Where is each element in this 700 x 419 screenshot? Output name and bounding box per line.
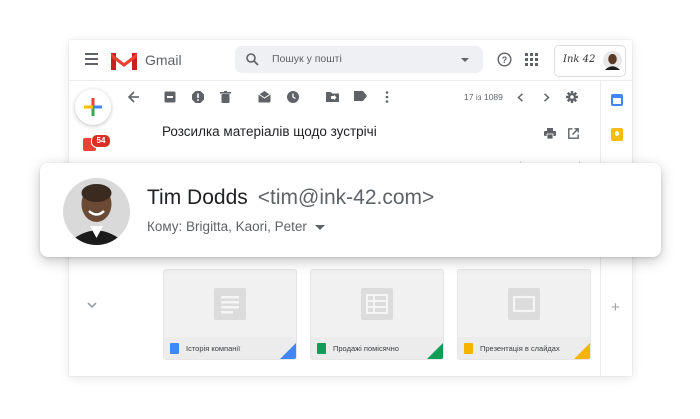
slides-icon [464,343,473,354]
attachment-card[interactable]: Презентація в слайдах [457,269,591,360]
account-switcher[interactable]: Ink 42 [554,45,626,77]
delete-icon[interactable] [220,91,231,103]
add-icon[interactable]: + [611,300,620,315]
attachment-name: Продажі помісячно [333,344,399,353]
sheets-icon [317,343,326,354]
attachment-thumbnail [311,270,443,337]
search-options-icon[interactable] [461,58,469,62]
back-arrow-icon[interactable] [128,91,140,103]
email-subject: Розсилка матеріалів щодо зустрічі [162,124,377,139]
caret-down-icon[interactable] [314,224,325,230]
docs-icon [170,343,179,354]
message-toolbar: 17 із 1089 [121,80,601,114]
sender-line: Tim Dodds <tim@ink-42.com> [147,186,434,210]
open-in-new-window-icon[interactable] [568,128,579,139]
report-spam-icon[interactable] [192,91,204,103]
chevron-right-icon[interactable] [543,93,550,102]
attachment-thumbnail [458,270,590,337]
pager-count: 17 із 1089 [464,92,503,102]
sender-card: Tim Dodds <tim@ink-42.com> Кому: Brigitta… [40,163,661,257]
archive-icon[interactable] [164,91,176,103]
svg-text:?: ? [502,55,508,65]
avatar[interactable] [603,51,622,70]
snooze-icon[interactable] [287,91,299,103]
chevron-down-icon[interactable] [87,302,97,309]
more-vert-icon[interactable] [385,91,389,103]
compose-button[interactable] [75,89,111,125]
attachment-card[interactable]: Продажі помісячно [310,269,444,360]
spreadsheet-icon [361,288,393,320]
apps-icon[interactable] [525,53,538,66]
attachment-name: Історія компанії [186,344,241,353]
label-icon[interactable] [354,91,367,101]
recipients: Кому: Brigitta, Kaori, Peter [147,219,307,234]
docs-corner-icon [280,343,296,359]
help-icon[interactable]: ? [497,52,512,67]
search-bar[interactable]: Пошук у пошті [235,46,483,73]
calendar-icon[interactable] [611,94,623,106]
attachment-thumbnail [164,270,296,337]
sender-avatar[interactable] [63,178,130,245]
presentation-icon [508,288,540,320]
recipients-line[interactable]: Кому: Brigitta, Kaori, Peter [147,219,325,234]
sender-email[interactable]: <tim@ink-42.com> [258,186,435,209]
compose-icon [84,98,102,116]
slides-corner-icon [574,343,590,359]
sheets-corner-icon [427,343,443,359]
attachment-name: Презентація в слайдах [480,344,560,353]
gmail-logo[interactable] [111,51,137,70]
account-brand-logo: Ink 42 [563,54,596,65]
attachment-card[interactable]: Історія компанії [163,269,297,360]
top-bar: Gmail Пошук у пошті ? Ink 42 [69,40,632,81]
mark-unread-icon[interactable] [258,91,271,103]
sender-name[interactable]: Tim Dodds [147,186,248,209]
menu-icon[interactable] [85,53,98,65]
unread-count-badge: 54 [91,134,111,148]
meet-icon[interactable]: 54 [83,134,111,156]
gmail-wordmark: Gmail [145,52,182,68]
search-input[interactable]: Пошук у пошті [272,53,342,65]
print-icon[interactable] [544,128,556,139]
move-to-icon[interactable] [326,91,339,102]
search-icon[interactable] [246,53,259,66]
keep-icon[interactable] [611,128,623,141]
chevron-left-icon[interactable] [517,93,524,102]
document-icon [214,288,246,320]
settings-icon[interactable] [566,91,578,103]
